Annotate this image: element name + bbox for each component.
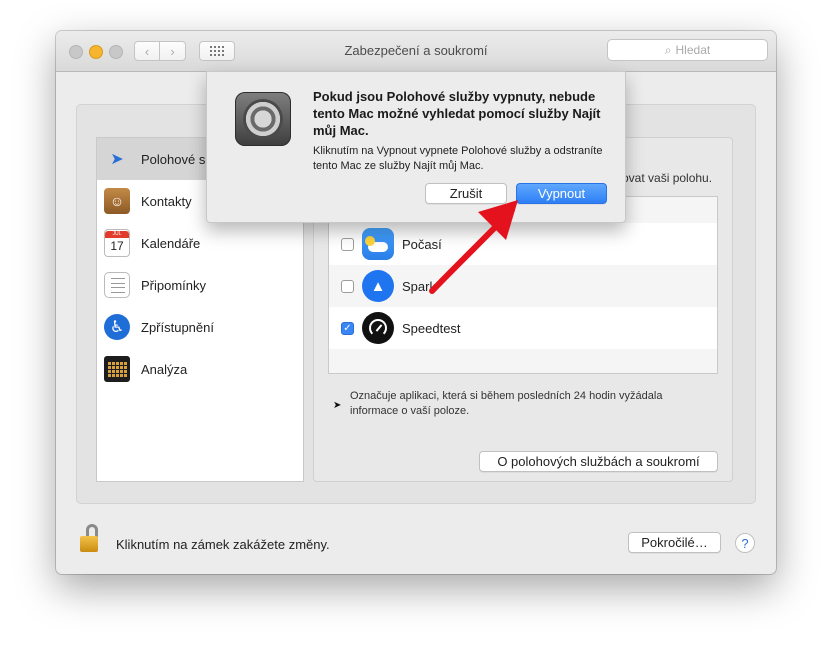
sidebar-item-reminders[interactable]: Připomínky: [97, 264, 303, 306]
list-item[interactable]: ▲ Spark: [329, 265, 717, 307]
sidebar-item-calendars[interactable]: JUL 17 Kalendáře: [97, 222, 303, 264]
sidebar-item-label: Kalendáře: [141, 235, 201, 251]
dialog-message: Kliknutím na Vypnout vypnete Polohové sl…: [313, 145, 603, 172]
dialog-title: Pokud jsou Polohové služby vypnuty, nebu…: [313, 89, 601, 138]
speedtest-icon: [362, 312, 394, 344]
show-all-button[interactable]: [199, 41, 235, 61]
zoom-window-button[interactable]: [109, 45, 123, 59]
list-item: [329, 349, 717, 373]
weather-icon: [362, 228, 394, 260]
spark-icon: ▲: [362, 270, 394, 302]
sidebar-item-label: Analýza: [141, 361, 188, 377]
location-arrow-icon: ➤: [110, 151, 124, 168]
title-bar: ‹ › Zabezpečení a soukromí ⌕ Hledat: [56, 31, 776, 72]
chevron-left-icon: ‹: [144, 43, 150, 59]
chevron-right-icon: ›: [170, 43, 175, 59]
turn-off-button[interactable]: Vypnout: [516, 183, 607, 204]
app-checkbox-speedtest[interactable]: ✓: [341, 321, 354, 335]
sidebar-item-label: Kontakty: [141, 193, 192, 209]
back-button[interactable]: ‹: [134, 41, 160, 61]
grid-icon: [210, 46, 224, 56]
calendar-icon: JUL 17: [104, 229, 130, 257]
app-checkbox-weather[interactable]: [341, 237, 354, 251]
sidebar-item-label: Připomínky: [141, 277, 207, 293]
sidebar-item-analytics[interactable]: Analýza: [97, 348, 303, 390]
forward-button[interactable]: ›: [160, 41, 186, 61]
search-field[interactable]: ⌕ Hledat: [607, 39, 768, 61]
accessibility-icon: ♿: [104, 314, 130, 340]
app-name: Spark: [402, 278, 436, 294]
app-name: Počasí: [402, 236, 442, 252]
lock-text: Kliknutím na zámek zakážete změny.: [116, 537, 330, 552]
sidebar-item-accessibility[interactable]: ♿ Zpřístupnění: [97, 306, 303, 348]
list-item[interactable]: Počasí: [329, 223, 717, 265]
help-button[interactable]: ?: [735, 533, 755, 553]
close-window-button[interactable]: [69, 45, 83, 59]
system-preferences-gear-icon: [235, 92, 291, 146]
sidebar-item-label: Zpřístupnění: [141, 319, 214, 335]
minimize-window-button[interactable]: [89, 45, 103, 59]
app-name: Speedtest: [402, 320, 461, 336]
search-icon: ⌕: [664, 42, 672, 57]
about-location-privacy-button[interactable]: O polohových službách a soukromí: [479, 451, 718, 472]
app-checkbox-spark[interactable]: [341, 279, 354, 293]
checkmark-icon: ✓: [343, 322, 352, 334]
reminders-icon: [104, 272, 130, 298]
sidebar-item-label: Polohové s: [141, 151, 206, 167]
panel-description: ovat vaši polohu.: [622, 171, 713, 185]
search-placeholder: Hledat: [675, 43, 711, 57]
location-arrow-icon: ➤: [333, 400, 342, 411]
analytics-icon: [104, 356, 130, 382]
lock-icon[interactable]: [80, 524, 102, 554]
advanced-button[interactable]: Pokročilé…: [628, 532, 721, 553]
contacts-book-icon: ☺: [104, 188, 130, 214]
list-item[interactable]: ✓ Speedtest: [329, 307, 717, 349]
note-text: Označuje aplikaci, která si během posled…: [350, 390, 663, 417]
calendar-day: 17: [110, 239, 124, 253]
disable-location-dialog: Pokud jsou Polohové služby vypnuty, nebu…: [206, 71, 626, 223]
window-title: Zabezpečení a soukromí: [344, 43, 488, 58]
calendar-month: JUL: [105, 231, 129, 238]
cancel-button[interactable]: Zrušit: [425, 183, 507, 204]
